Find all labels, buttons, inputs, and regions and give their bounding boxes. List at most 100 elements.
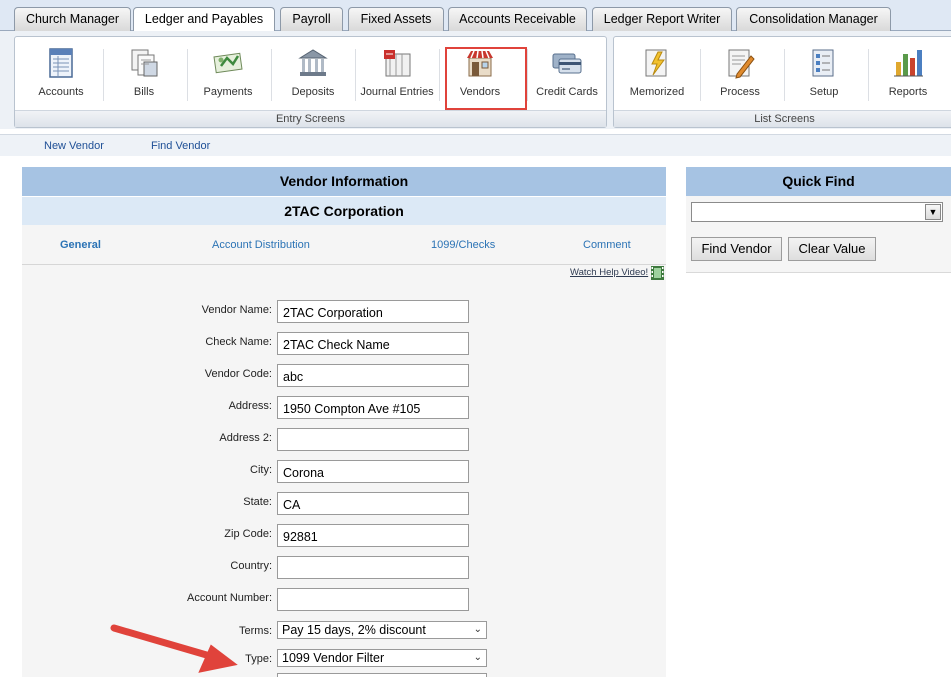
memorized-button[interactable]: Memorized — [624, 37, 690, 109]
quick-find-panel: Quick Find ▼ Find Vendor Clear Value — [686, 167, 951, 273]
setup-icon — [812, 49, 834, 77]
credit-cards-label: Credit Cards — [536, 86, 598, 98]
vendor-code-input[interactable]: abc — [277, 364, 469, 387]
chevron-down-icon: ⌄ — [473, 652, 482, 663]
process-icon — [728, 49, 755, 79]
memorized-icon — [645, 49, 667, 77]
state-input[interactable]: CA — [277, 492, 469, 515]
vendors-highlight-box — [445, 47, 527, 110]
country-input[interactable] — [277, 556, 469, 579]
account-number-label: Account Number: — [187, 592, 272, 604]
deposits-icon — [298, 49, 328, 76]
chevron-down-icon: ⌄ — [473, 624, 482, 635]
vendor-name-row: Vendor Name: 2TAC Corporation — [22, 300, 666, 324]
tab-general[interactable]: General — [60, 239, 101, 251]
separator — [527, 49, 528, 101]
quick-find-header: Quick Find — [686, 167, 951, 196]
zip-code-row: Zip Code: 92881 — [22, 524, 666, 548]
address-2-row: Address 2: — [22, 428, 666, 452]
entry-screens-title: Entry Screens — [15, 110, 606, 127]
process-button[interactable]: Process — [710, 37, 770, 109]
reports-button[interactable]: Reports — [878, 37, 938, 109]
tab-fixed-assets[interactable]: Fixed Assets — [348, 7, 444, 31]
setup-label: Setup — [809, 86, 839, 98]
tab-church-manager[interactable]: Church Manager — [14, 7, 131, 31]
tab-1099-checks[interactable]: 1099/Checks — [431, 239, 495, 251]
setup-button[interactable]: Setup — [794, 37, 854, 109]
film-icon — [651, 266, 664, 280]
vendor-action-links: New Vendor Find Vendor — [0, 134, 951, 156]
vendor-name-input[interactable]: 2TAC Corporation — [277, 300, 469, 323]
tab-payroll[interactable]: Payroll — [280, 7, 343, 31]
separator — [187, 49, 188, 101]
deposits-label: Deposits — [291, 86, 335, 98]
watch-help-video-link[interactable]: Watch Help Video! — [570, 267, 648, 278]
separator — [784, 49, 785, 101]
credit-cards-icon — [552, 53, 582, 74]
credit-cards-button[interactable]: Credit Cards — [531, 37, 603, 109]
address-label: Address: — [228, 400, 272, 412]
terms-select[interactable]: Pay 15 days, 2% discount ⌄ — [277, 621, 487, 639]
terms-value: Pay 15 days, 2% discount — [282, 623, 426, 637]
quick-find-select[interactable]: ▼ — [691, 202, 943, 222]
tab-ledger-and-payables[interactable]: Ledger and Payables — [133, 7, 275, 32]
new-vendor-link[interactable]: New Vendor — [44, 140, 104, 152]
zip-code-input[interactable]: 92881 — [277, 524, 469, 547]
bills-icon — [131, 49, 158, 77]
accounts-icon — [49, 48, 73, 78]
journal-entries-label: Journal Entries — [360, 86, 434, 98]
separator — [355, 49, 356, 101]
accounts-button[interactable]: Accounts — [31, 37, 91, 109]
type-select[interactable]: 1099 Vendor Filter ⌄ — [277, 649, 487, 667]
address-2-input[interactable] — [277, 428, 469, 451]
reports-label: Reports — [888, 86, 928, 98]
city-input[interactable]: Corona — [277, 460, 469, 483]
tab-comment[interactable]: Comment — [583, 239, 631, 251]
tab-consolidation-manager[interactable]: Consolidation Manager — [736, 7, 891, 31]
account-number-row: Account Number: — [22, 588, 666, 612]
vendor-information-panel: Vendor Information 2TAC Corporation Gene… — [22, 167, 666, 677]
address-row: Address: 1950 Compton Ave #105 — [22, 396, 666, 420]
memorized-label: Memorized — [629, 86, 685, 98]
journal-entries-icon — [384, 50, 411, 77]
payments-button[interactable]: Payments — [197, 37, 259, 109]
tab-account-distribution[interactable]: Account Distribution — [212, 239, 310, 251]
find-vendor-link[interactable]: Find Vendor — [151, 140, 210, 152]
bills-button[interactable]: Bills — [113, 37, 175, 109]
vendor-information-header: Vendor Information — [22, 167, 666, 196]
vendor-code-label: Vendor Code: — [204, 368, 272, 380]
separator — [700, 49, 701, 101]
process-label: Process — [720, 86, 760, 98]
zip-code-label: Zip Code: — [224, 528, 272, 540]
list-screens-title: List Screens — [614, 110, 951, 127]
vendor-subtabs: General Account Distribution 1099/Checks… — [22, 225, 666, 265]
vendor-code-row: Vendor Code: abc — [22, 364, 666, 388]
check-name-input[interactable]: 2TAC Check Name — [277, 332, 469, 355]
separator — [868, 49, 869, 101]
reports-icon — [894, 50, 923, 77]
find-vendor-button[interactable]: Find Vendor — [691, 237, 782, 261]
terms-row: Terms: Pay 15 days, 2% discount ⌄ — [22, 621, 666, 645]
list-screens-group: Memorized Process Setup Reports List Scr… — [613, 36, 951, 128]
type-row: Type: 1099 Vendor Filter ⌄ — [22, 649, 666, 673]
tab-accounts-receivable[interactable]: Accounts Receivable — [448, 7, 587, 31]
deposits-button[interactable]: Deposits — [281, 37, 345, 109]
chevron-down-icon: ▼ — [925, 204, 941, 220]
clear-value-button[interactable]: Clear Value — [788, 237, 876, 261]
city-row: City: Corona — [22, 460, 666, 484]
type-value: 1099 Vendor Filter — [282, 651, 385, 665]
account-number-input[interactable] — [277, 588, 469, 611]
terms-label: Terms: — [239, 625, 272, 637]
next-field-edge — [277, 673, 487, 677]
payments-icon — [213, 52, 243, 74]
module-tab-bar: Church Manager Ledger and Payables Payro… — [0, 0, 951, 32]
check-name-row: Check Name: 2TAC Check Name — [22, 332, 666, 356]
tab-ledger-report-writer[interactable]: Ledger Report Writer — [592, 7, 732, 31]
address-input[interactable]: 1950 Compton Ave #105 — [277, 396, 469, 419]
address-2-label: Address 2: — [219, 432, 272, 444]
vendor-name-label: Vendor Name: — [201, 304, 272, 316]
city-label: City: — [250, 464, 272, 476]
journal-entries-button[interactable]: Journal Entries — [359, 37, 435, 109]
check-name-label: Check Name: — [205, 336, 272, 348]
bills-label: Bills — [133, 86, 155, 98]
